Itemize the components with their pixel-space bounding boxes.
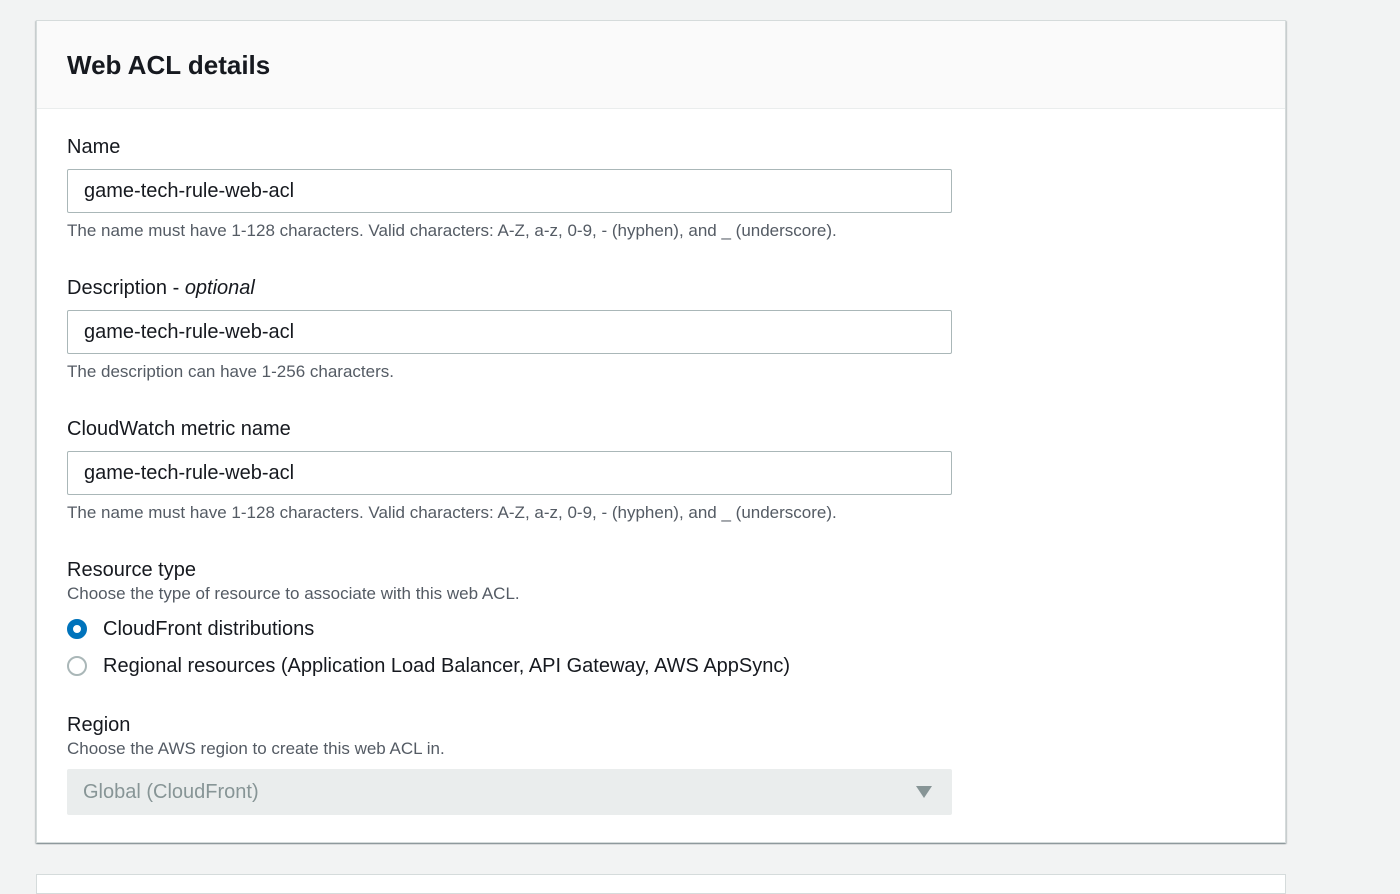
web-acl-details-panel: Web ACL details Name The name must have … bbox=[36, 20, 1286, 843]
radio-regional-label: Regional resources (Application Load Bal… bbox=[103, 655, 791, 677]
caret-down-icon bbox=[916, 786, 932, 798]
radio-cloudfront-label: CloudFront distributions bbox=[103, 618, 315, 640]
panel-header: Web ACL details bbox=[37, 21, 1285, 109]
region-hint: Choose the AWS region to create this web… bbox=[67, 739, 445, 758]
description-optional-text: optional bbox=[184, 277, 255, 299]
description-label: Description - optional bbox=[67, 276, 255, 300]
region-select-value: Global (CloudFront) bbox=[83, 780, 259, 803]
metric-name-hint: The name must have 1-128 characters. Val… bbox=[67, 503, 837, 522]
metric-name-input[interactable] bbox=[67, 451, 952, 495]
metric-name-label: CloudWatch metric name bbox=[67, 418, 291, 440]
panel-title: Web ACL details bbox=[67, 50, 271, 80]
resource-type-hint: Choose the type of resource to associate… bbox=[67, 584, 520, 603]
radio-regional-resources[interactable]: Regional resources (Application Load Bal… bbox=[67, 654, 790, 678]
name-input[interactable] bbox=[67, 169, 952, 213]
description-label-text: Description - bbox=[67, 277, 185, 299]
resource-type-label: Resource type bbox=[67, 559, 196, 581]
next-panel-edge bbox=[36, 874, 1286, 894]
region-label: Region bbox=[67, 714, 131, 736]
name-label: Name bbox=[67, 136, 121, 158]
region-select[interactable]: Global (CloudFront) bbox=[67, 769, 952, 815]
radio-checked-icon[interactable] bbox=[67, 619, 87, 639]
name-hint: The name must have 1-128 characters. Val… bbox=[67, 221, 837, 240]
description-input[interactable] bbox=[67, 310, 952, 354]
radio-unchecked-icon[interactable] bbox=[67, 656, 87, 676]
radio-cloudfront-distributions[interactable]: CloudFront distributions bbox=[67, 617, 314, 641]
description-hint: The description can have 1-256 character… bbox=[67, 362, 394, 381]
